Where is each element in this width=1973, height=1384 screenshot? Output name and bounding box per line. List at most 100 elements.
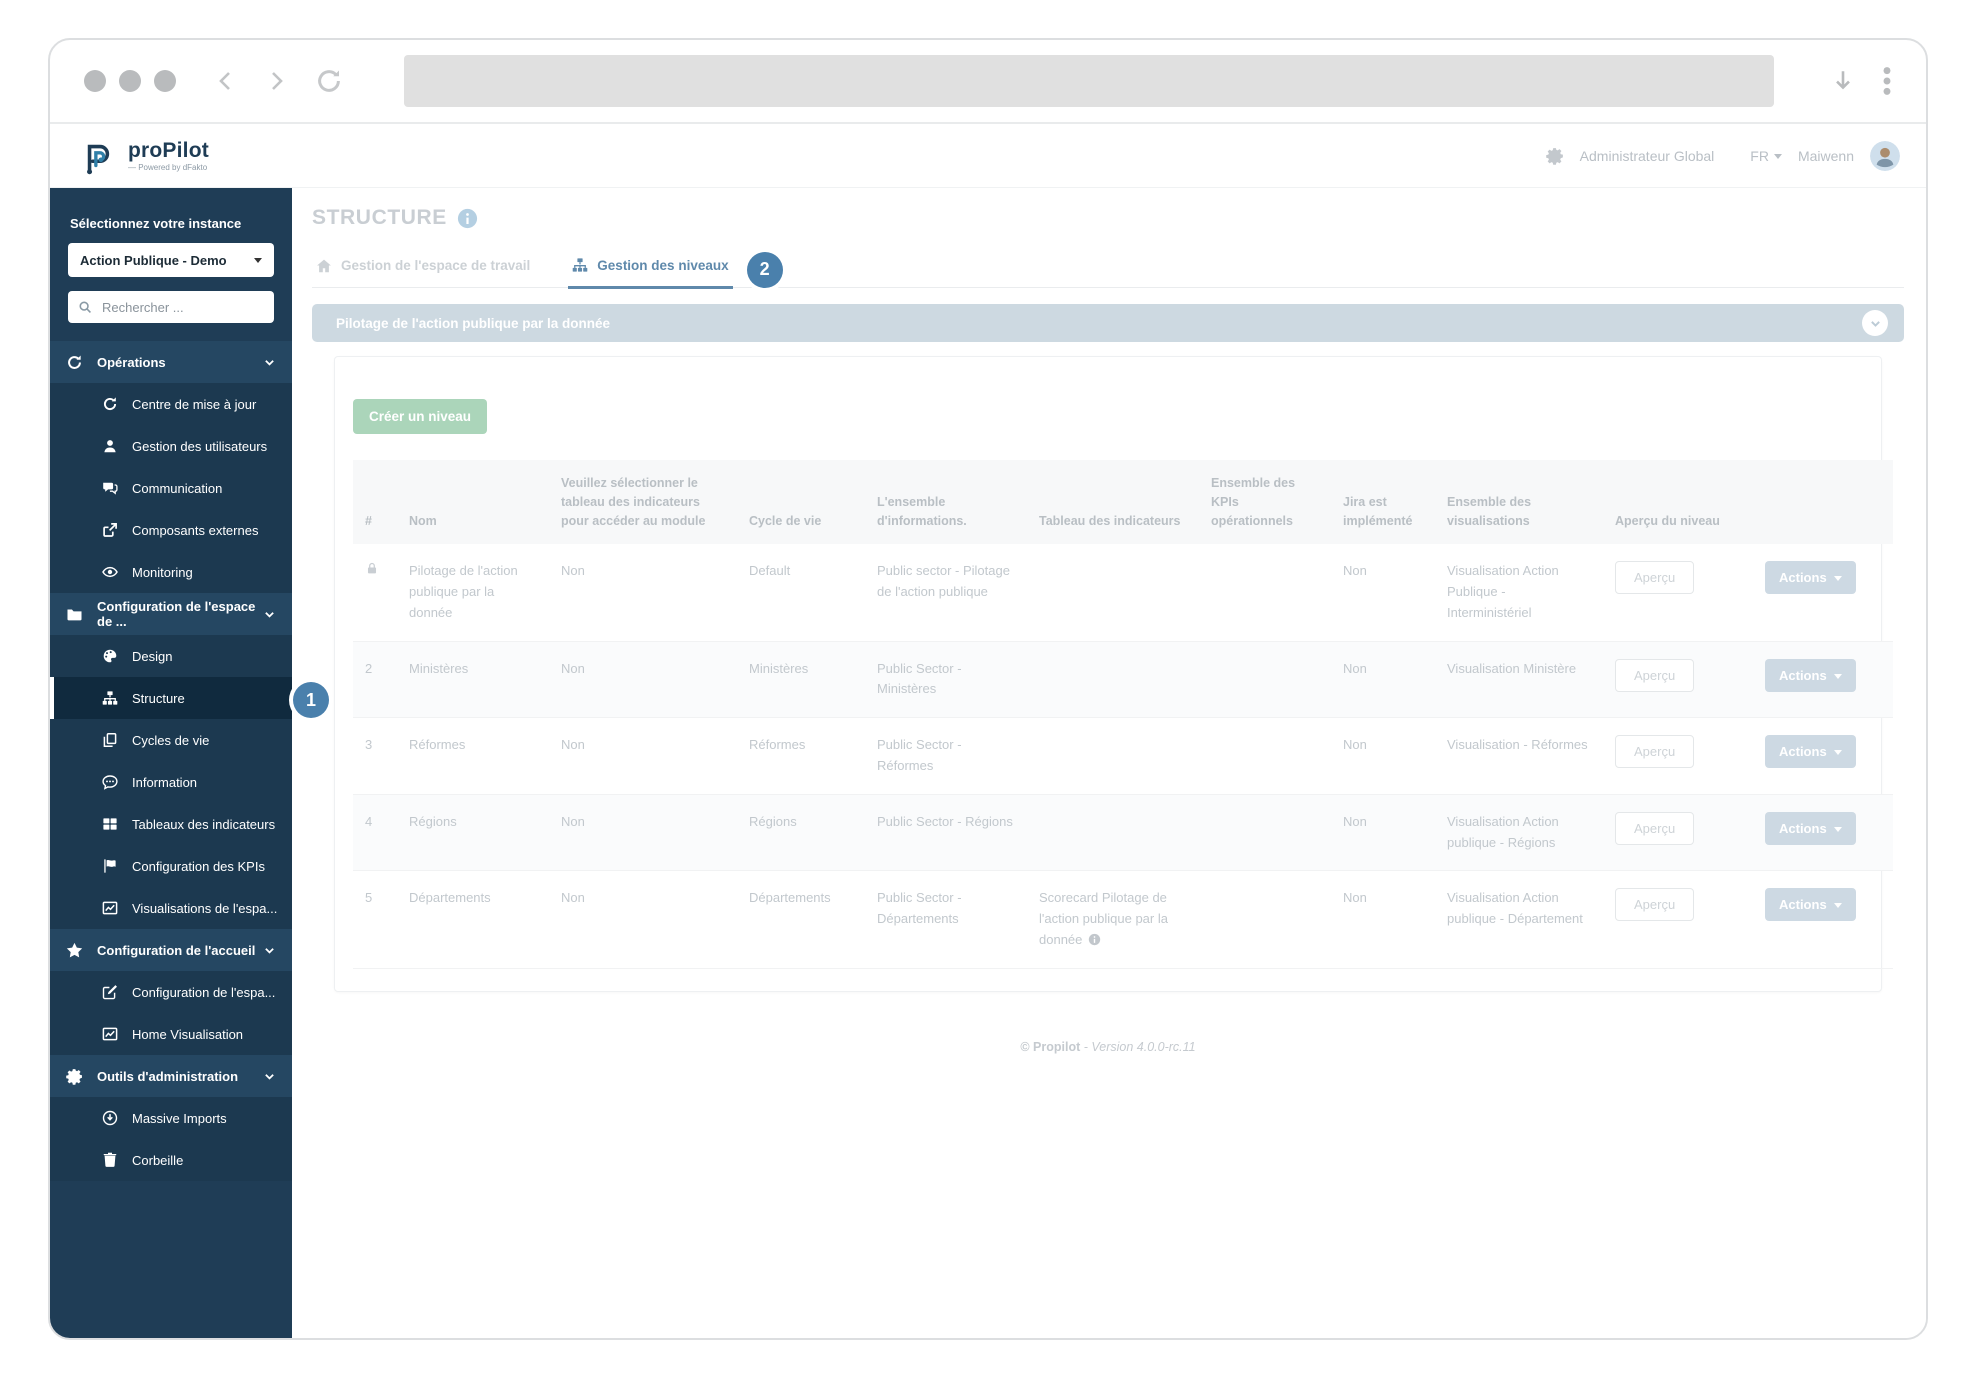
sidebar-item[interactable]: Composants externes <box>50 509 292 551</box>
chart-icon <box>102 1026 118 1042</box>
sidebar-item[interactable]: Massive Imports <box>50 1097 292 1139</box>
apercu-cell: Aperçu <box>1603 717 1753 795</box>
sidebar-item[interactable]: Visualisations de l'espa... <box>50 887 292 929</box>
language-dropdown[interactable]: FR <box>1750 148 1782 164</box>
nom-cell: Pilotage de l'action publique par la don… <box>397 544 549 642</box>
actions-dropdown-button[interactable]: Actions <box>1765 735 1856 769</box>
sidebar-item-label: Home Visualisation <box>132 1026 244 1042</box>
select-cell: Non <box>549 717 737 795</box>
sidebar-section-header[interactable]: Configuration de l'espace de ... <box>50 593 292 635</box>
table-row: Pilotage de l'action publique par la don… <box>353 544 1893 642</box>
user-name[interactable]: Maiwenn <box>1798 148 1854 164</box>
sidebar-item[interactable]: Gestion des utilisateurs <box>50 425 292 467</box>
browser-url-input[interactable] <box>404 55 1774 107</box>
apercu-button[interactable]: Aperçu <box>1615 811 1695 845</box>
tab-gestion-des-niveaux[interactable]: Gestion des niveaux <box>568 246 733 289</box>
sidebar-item[interactable]: Home Visualisation <box>50 1013 292 1055</box>
sidebar-item[interactable]: Cycles de vie <box>50 719 292 761</box>
tutorial-step-1-badge[interactable]: 1 <box>293 682 329 718</box>
select-cell: Non <box>549 794 737 872</box>
actions-dropdown-button[interactable]: Actions <box>1765 811 1856 845</box>
nom-cell: Départements <box>397 870 549 969</box>
apercu-button[interactable]: Aperçu <box>1615 561 1695 595</box>
sidebar-menu: Opérations Centre de mise à jour Gestion d… <box>50 341 292 1181</box>
propilot-logo-icon <box>87 144 110 174</box>
sidebar-item-label: Information <box>132 774 198 790</box>
chevron-down-icon <box>263 1070 276 1083</box>
tabs: Gestion de l'espace de travail Gestion de… <box>312 246 1904 289</box>
actions-dropdown-button[interactable]: Actions <box>1765 888 1856 922</box>
tab-label: Gestion de l'espace de travail <box>341 258 531 273</box>
actions-dropdown-button[interactable]: Actions <box>1765 658 1856 692</box>
tab-gestion-espace-travail[interactable]: Gestion de l'espace de travail <box>312 246 534 287</box>
caret-down-icon <box>1833 903 1842 909</box>
sidebar-section-header[interactable]: Opérations <box>50 341 292 383</box>
sidebar-item[interactable]: Communication <box>50 467 292 509</box>
sidebar-item-label: Centre de mise à jour <box>132 396 257 412</box>
sidebar-item-label: Tableaux des indicateurs <box>132 816 276 832</box>
level-panel-header[interactable]: Pilotage de l'action publique par la don… <box>312 304 1904 342</box>
window-control-dot[interactable] <box>154 70 176 92</box>
window-control-dot[interactable] <box>84 70 106 92</box>
visualisations-cell: Visualisation - Réformes <box>1435 717 1603 795</box>
apercu-button[interactable]: Aperçu <box>1615 888 1695 922</box>
apercu-button[interactable]: Aperçu <box>1615 735 1695 769</box>
ensemble-cell: Public sector - Pilotage de l'action pub… <box>865 544 1027 642</box>
actions-dropdown-button[interactable]: Actions <box>1765 561 1856 595</box>
sidebar-item[interactable]: Design <box>50 635 292 677</box>
sidebar-item-label: Configuration des KPIs <box>132 858 265 874</box>
gear-icon <box>66 1068 83 1085</box>
footer-version: - Version 4.0.0-rc.11 <box>1083 1039 1196 1054</box>
actions-cell: Actions <box>1753 870 1893 969</box>
browser-menu-icon[interactable] <box>1882 66 1892 96</box>
visualisations-cell: Visualisation Action Publique - Intermin… <box>1435 544 1603 642</box>
search-input[interactable] <box>100 298 264 316</box>
sidebar-item[interactable]: Structure <box>50 677 292 719</box>
sidebar-item[interactable]: Tableaux des indicateurs <box>50 803 292 845</box>
cycle-cell: Réformes <box>737 717 865 795</box>
download-page-icon[interactable] <box>1830 68 1856 94</box>
sidebar-item[interactable]: Corbeille <box>50 1139 292 1181</box>
sidebar-section-header[interactable]: Outils d'administration <box>50 1055 292 1097</box>
jira-cell: Non <box>1331 794 1435 872</box>
create-level-button[interactable]: Créer un niveau <box>353 399 488 434</box>
actions-cell: Actions <box>1753 544 1893 642</box>
column-header: # <box>353 460 397 545</box>
info-icon[interactable] <box>1088 933 1101 946</box>
apercu-cell: Aperçu <box>1603 794 1753 872</box>
level-number-cell: 2 <box>353 641 397 719</box>
column-header: Jira est implémenté <box>1331 460 1435 545</box>
caret-down-icon <box>1833 673 1842 679</box>
tableau-cell <box>1027 641 1199 719</box>
propilot-logo[interactable]: proPilot — Powered by dFakto <box>78 135 209 177</box>
sidebar-item[interactable]: Information <box>50 761 292 803</box>
column-header <box>1753 460 1893 545</box>
column-header: Aperçu du niveau <box>1603 460 1753 545</box>
back-icon[interactable] <box>214 69 238 93</box>
reload-icon[interactable] <box>314 66 344 96</box>
sidebar-item[interactable]: Configuration de l'espa... <box>50 971 292 1013</box>
logo-text: proPilot <box>128 138 209 162</box>
column-header: Nom <box>397 460 549 545</box>
sidebar-item[interactable]: Centre de mise à jour <box>50 383 292 425</box>
apercu-cell: Aperçu <box>1603 544 1753 642</box>
gear-icon[interactable] <box>1545 147 1564 165</box>
forward-icon[interactable] <box>264 69 288 93</box>
sidebar-section-header[interactable]: Configuration de l'accueil <box>50 929 292 971</box>
app-header: proPilot — Powered by dFakto Administrat… <box>50 124 1926 188</box>
info-icon[interactable] <box>457 208 478 229</box>
folder-icon <box>66 606 83 623</box>
collapse-chevron-icon[interactable] <box>1862 310 1888 336</box>
ensemble-cell: Public Sector - Ministères <box>865 641 1027 719</box>
tutorial-step-2-badge[interactable]: 2 <box>746 251 783 288</box>
avatar[interactable] <box>1870 140 1900 171</box>
select-cell: Non <box>549 544 737 642</box>
window-control-dot[interactable] <box>119 70 141 92</box>
sidebar-item[interactable]: Monitoring <box>50 551 292 593</box>
tableau-cell <box>1027 544 1199 642</box>
ensemble-cell: Public Sector - Réformes <box>865 717 1027 795</box>
apercu-button[interactable]: Aperçu <box>1615 658 1695 692</box>
instance-select[interactable]: Action Publique - Demo <box>68 243 274 277</box>
column-header: L'ensemble d'informations. <box>865 460 1027 545</box>
sidebar-item[interactable]: Configuration des KPIs <box>50 845 292 887</box>
